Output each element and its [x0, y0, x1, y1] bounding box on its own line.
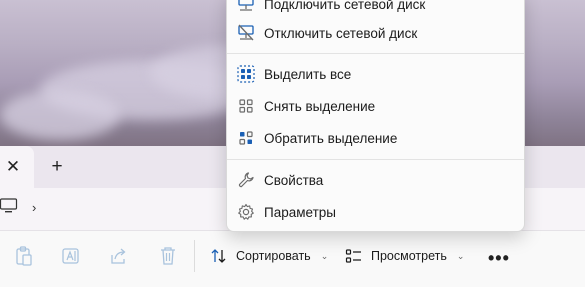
this-pc-icon[interactable]: [0, 198, 18, 214]
menu-item-select-none[interactable]: Снять выделение: [231, 91, 520, 121]
menu-item-label: Свойства: [264, 172, 324, 188]
gear-icon: [238, 203, 254, 220]
network-drive-icon: [238, 0, 254, 11]
menu-item-label: Подключить сетевой диск: [264, 0, 426, 12]
menu-item-label: Выделить все: [264, 66, 352, 82]
disconnect-network-drive-icon: [238, 24, 254, 41]
paste-icon[interactable]: [15, 246, 33, 266]
more-options-button[interactable]: •••: [488, 248, 510, 269]
wallpaper-cloud: [0, 90, 120, 140]
select-none-icon: [239, 99, 253, 113]
wrench-icon: [238, 172, 254, 188]
menu-item-label: Снять выделение: [264, 98, 376, 114]
view-button[interactable]: Просмотреть ⌄: [345, 244, 464, 268]
delete-icon[interactable]: [159, 246, 177, 266]
sort-button[interactable]: Сортировать ⌄: [210, 244, 328, 268]
menu-item-disconnect-network-drive[interactable]: Отключить сетевой диск: [231, 18, 520, 48]
menu-item-label: Обратить выделение: [264, 130, 398, 146]
view-label: Просмотреть: [371, 249, 447, 263]
menu-item-label: Отключить сетевой диск: [264, 25, 418, 41]
select-all-icon: [237, 65, 255, 83]
menu-item-select-all[interactable]: Выделить все: [231, 59, 520, 89]
toolbar-separator: [194, 240, 195, 272]
menu-divider: [227, 53, 524, 54]
view-list-icon: [345, 249, 361, 263]
new-tab-button[interactable]: +: [44, 152, 70, 182]
chevron-down-icon: ⌄: [320, 250, 329, 261]
menu-item-properties[interactable]: Свойства: [231, 165, 520, 195]
menu-item-map-network-drive[interactable]: Подключить сетевой диск: [231, 0, 520, 19]
invert-selection-icon: [239, 131, 253, 145]
share-icon[interactable]: [110, 246, 128, 266]
menu-divider: [227, 159, 524, 160]
close-tab-icon[interactable]: ✕: [0, 150, 26, 184]
rename-icon[interactable]: [62, 246, 80, 266]
breadcrumb-chevron-icon[interactable]: ›: [32, 200, 36, 215]
menu-item-options[interactable]: Параметры: [231, 197, 520, 227]
sort-label: Сортировать: [236, 249, 311, 263]
see-more-menu: Подключить сетевой диск Отключить сетево…: [226, 0, 525, 232]
menu-item-invert-selection[interactable]: Обратить выделение: [231, 123, 520, 153]
chevron-down-icon: ⌄: [456, 250, 465, 261]
menu-item-label: Параметры: [264, 204, 336, 220]
sort-icon: [211, 249, 226, 263]
